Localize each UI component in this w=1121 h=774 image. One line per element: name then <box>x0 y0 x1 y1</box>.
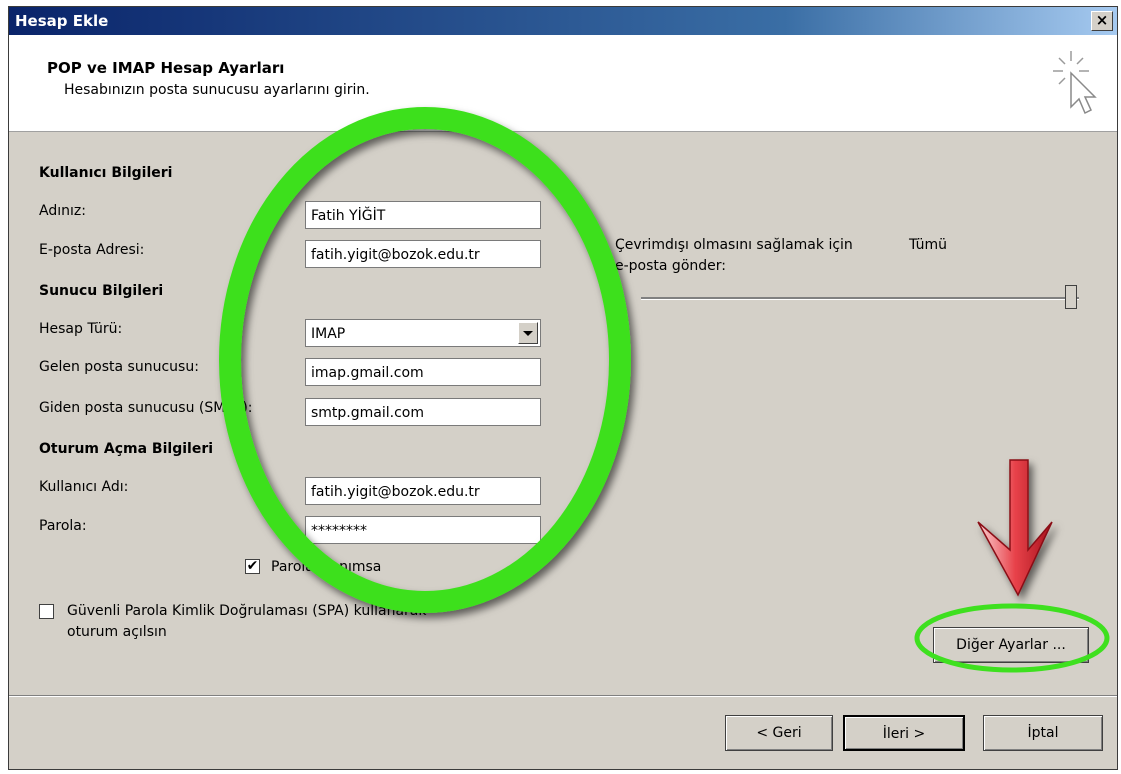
name-input[interactable]: Fatih YİĞİT <box>305 201 541 229</box>
username-input[interactable]: fatih.yigit@bozok.edu.tr <box>305 477 541 505</box>
password-input[interactable]: ******** <box>305 516 541 544</box>
offline-slider-track[interactable] <box>641 297 1079 300</box>
incoming-server-input[interactable]: imap.gmail.com <box>305 358 541 386</box>
title-bar[interactable]: Hesap Ekle × <box>9 7 1117 35</box>
username-label: Kullanıcı Adı: <box>39 479 129 495</box>
incoming-server-label: Gelen posta sunucusu: <box>39 359 199 375</box>
spa-label-line2: oturum açılsın <box>67 624 167 640</box>
cursor-sparkle-icon <box>1053 51 1097 115</box>
close-icon[interactable]: × <box>1091 11 1113 31</box>
cancel-button[interactable]: İptal <box>983 715 1103 751</box>
spa-checkbox[interactable] <box>39 604 54 619</box>
outgoing-server-input[interactable]: smtp.gmail.com <box>305 398 541 426</box>
user-info-heading: Kullanıcı Bilgileri <box>39 165 173 181</box>
name-label: Adınız: <box>39 203 86 219</box>
remember-password-label: Parolayı anımsa <box>271 559 382 575</box>
next-button[interactable]: İleri > <box>843 715 965 751</box>
account-type-select[interactable]: IMAP <box>305 319 541 347</box>
offline-text-line2: e-posta gönder: <box>615 258 726 274</box>
chevron-down-icon[interactable] <box>518 322 538 344</box>
email-input[interactable]: fatih.yigit@bozok.edu.tr <box>305 240 541 268</box>
window-title: Hesap Ekle <box>15 12 109 30</box>
account-type-value: IMAP <box>311 326 346 342</box>
remember-password-checkbox[interactable]: ✔ <box>245 559 260 574</box>
wizard-header: POP ve IMAP Hesap Ayarları Hesabınızın p… <box>9 35 1117 132</box>
page-title: POP ve IMAP Hesap Ayarları <box>47 59 285 77</box>
footer-separator <box>9 695 1117 697</box>
outgoing-server-label: Giden posta sunucusu (SMTP): <box>39 400 253 416</box>
offline-text-line1: Çevrimdışı olmasını sağlamak için <box>615 237 853 253</box>
server-info-heading: Sunucu Bilgileri <box>39 283 164 299</box>
add-account-window: Hesap Ekle × POP ve IMAP Hesap Ayarları … <box>8 6 1118 770</box>
password-label: Parola: <box>39 518 87 534</box>
login-info-heading: Oturum Açma Bilgileri <box>39 441 214 457</box>
account-type-label: Hesap Türü: <box>39 321 123 337</box>
page-subtitle: Hesabınızın posta sunucusu ayarlarını gi… <box>64 82 370 98</box>
offline-slider-value: Tümü <box>909 237 948 253</box>
email-label: E-posta Adresi: <box>39 242 145 258</box>
more-settings-button[interactable]: Diğer Ayarlar ... <box>933 627 1089 663</box>
offline-slider-thumb[interactable] <box>1065 285 1077 309</box>
back-button[interactable]: < Geri <box>725 715 833 751</box>
spa-label-line1: Güvenli Parola Kimlik Doğrulaması (SPA) … <box>67 603 427 619</box>
